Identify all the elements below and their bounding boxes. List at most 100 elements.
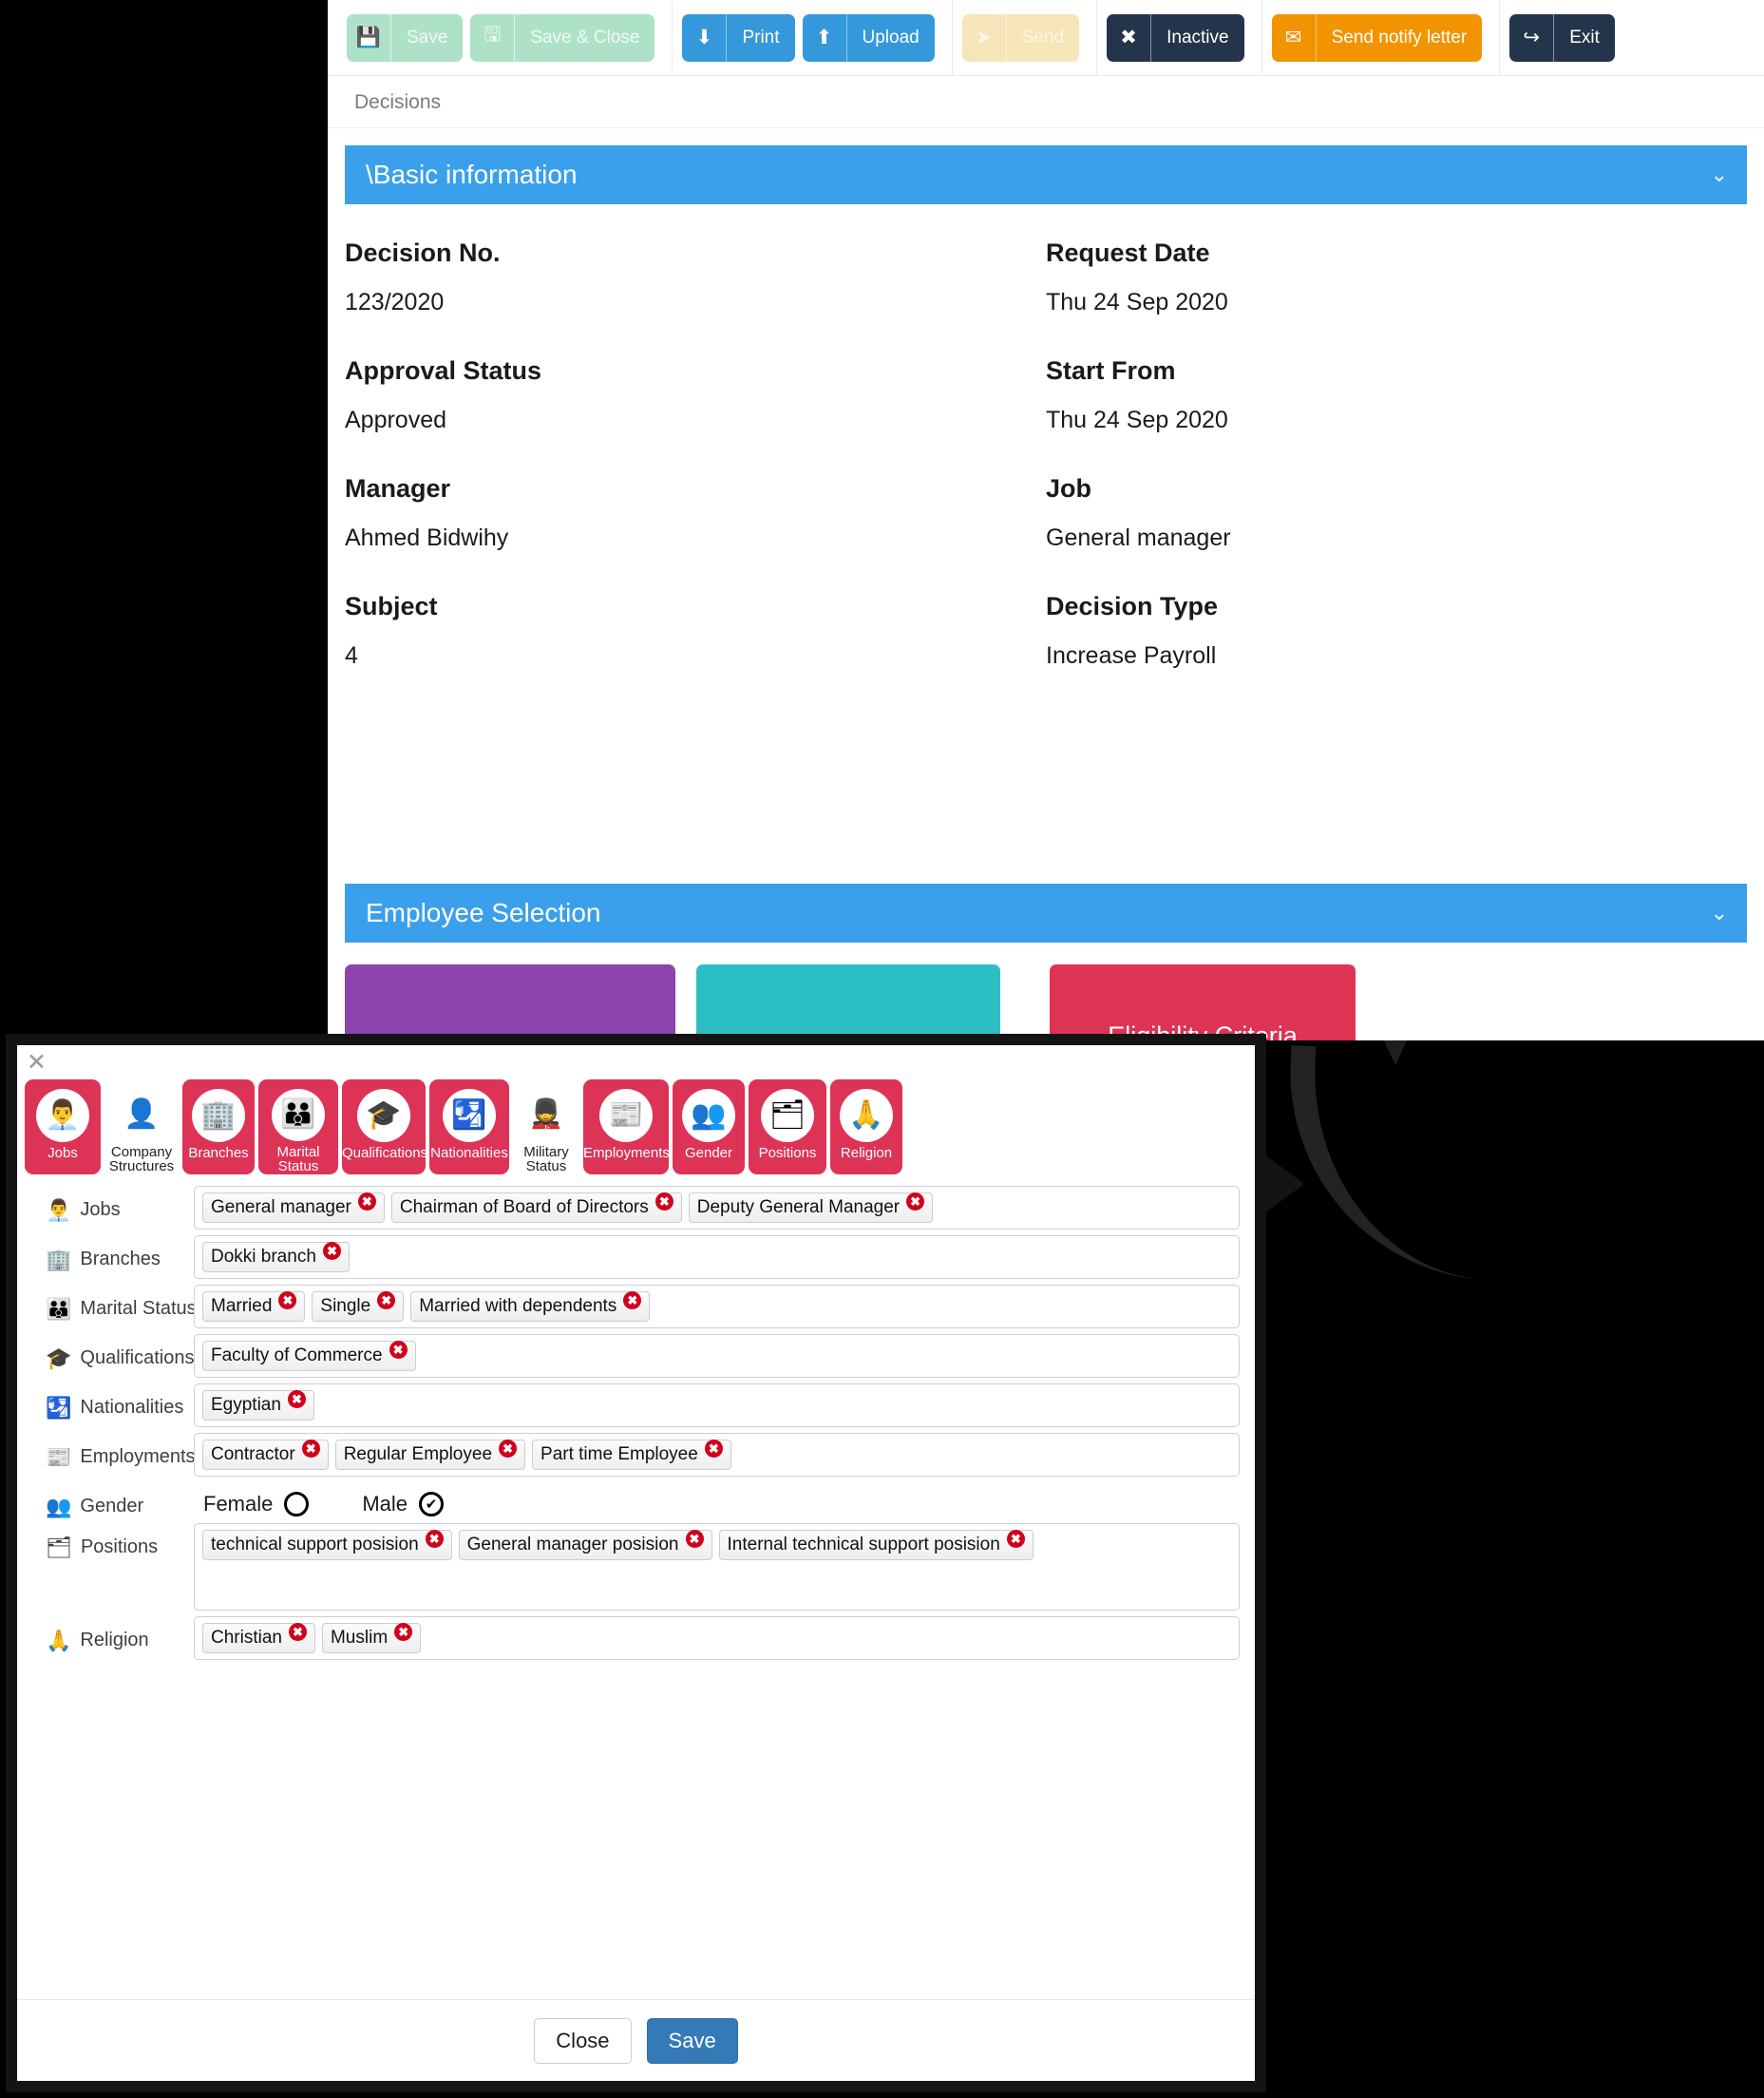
field-start-from: Start From Thu 24 Sep 2020 [1046, 343, 1747, 461]
tab-label: Nationalities [430, 1145, 508, 1161]
employee-card-purple[interactable] [345, 964, 675, 1040]
modal-callout-arrow [1261, 1152, 1304, 1216]
send-button[interactable]: ➤ Send [961, 13, 1080, 62]
criteria-row-label-qualifications: 🎓 Qualifications [23, 1334, 194, 1369]
tag-remove-icon[interactable]: ✖ [377, 1291, 396, 1309]
tag-remove-icon[interactable]: ✖ [425, 1530, 444, 1548]
tag-input-employments[interactable]: Contractor ✖ Regular Employee ✖ Part time Em… [194, 1433, 1240, 1477]
print-button[interactable]: ⬇ Print [682, 13, 795, 62]
save-button[interactable]: Save [646, 2017, 738, 2064]
tag-remove-icon[interactable]: ✖ [357, 1192, 376, 1211]
tab-label: Jobs [47, 1145, 78, 1161]
branches-icon: 🏢 [192, 1089, 245, 1142]
radio-selected-icon[interactable]: ✔ [419, 1492, 445, 1516]
section-header-employee-selection[interactable]: Employee Selection ⌄ [345, 884, 1747, 943]
criteria-row-label-employments: 📰 Employments [23, 1433, 196, 1468]
tag-remove-icon[interactable]: ✖ [906, 1192, 925, 1211]
send-notify-letter-button[interactable]: ✉ Send notify letter [1271, 13, 1483, 62]
send-paper-plane-icon: ➤ [975, 27, 993, 48]
callout-curve [1282, 1045, 1558, 1283]
close-icon[interactable]: ✕ [27, 1051, 47, 1075]
tab-marital-status[interactable]: 👪 Marital Status [258, 1079, 338, 1174]
section-title-basic-information: \Basic information [366, 160, 578, 189]
marital-status-icon: 👪 [46, 1296, 72, 1321]
field-value: Ahmed Bidwihy [345, 524, 509, 551]
chevron-down-icon[interactable]: ⌄ [1711, 901, 1728, 925]
section-header-basic-information[interactable]: \Basic information ⌄ [345, 145, 1747, 204]
tag-remove-icon[interactable]: ✖ [394, 1623, 413, 1641]
exit-button[interactable]: ↪ Exit [1509, 13, 1615, 62]
upload-icon: ⬆ [815, 27, 833, 48]
tag-remove-icon[interactable]: ✖ [278, 1291, 297, 1309]
field-decision-no: Decision No. 123/2020 [345, 225, 1046, 343]
tag-remove-icon[interactable]: ✖ [288, 1623, 307, 1641]
chevron-down-icon[interactable]: ⌄ [1711, 162, 1728, 187]
save-button[interactable]: 💾 Save [347, 13, 464, 62]
tag-input-nationalities[interactable]: Egyptian ✖ [194, 1383, 1240, 1427]
criteria-label-text: Qualifications [80, 1347, 195, 1368]
tag-remove-icon[interactable]: ✖ [623, 1291, 642, 1309]
tag-input-positions[interactable]: technical support posision ✖ General manag… [194, 1523, 1240, 1611]
tag-label: Part time Employee [541, 1443, 698, 1464]
tag-label: Contractor [211, 1443, 295, 1464]
tag-item: Contractor ✖ [202, 1440, 329, 1470]
criteria-label-text: Jobs [80, 1199, 121, 1220]
tab-label: Gender [684, 1145, 733, 1161]
tag-input-branches[interactable]: Dokki branch ✖ [194, 1235, 1240, 1279]
radio-unselected-icon[interactable] [284, 1492, 310, 1516]
breadcrumb: Decisions [328, 76, 1764, 128]
gender-option-female[interactable]: Female [203, 1492, 310, 1516]
field-label: Manager [345, 474, 451, 503]
employee-card-teal[interactable] [696, 964, 1000, 1040]
tab-religion[interactable]: 🙏 Religion [830, 1079, 902, 1174]
tag-label: Married [211, 1295, 273, 1316]
tag-remove-icon[interactable]: ✖ [389, 1341, 408, 1359]
tag-remove-icon[interactable]: ✖ [301, 1440, 320, 1458]
tag-item: Dokki branch ✖ [202, 1242, 350, 1272]
tab-label: Religion [840, 1145, 893, 1161]
criteria-rows: 👨‍💼 Jobs General manager ✖ Chairman of Board… [17, 1174, 1255, 1660]
tag-remove-icon[interactable]: ✖ [685, 1530, 704, 1548]
close-button[interactable]: Close [534, 2017, 632, 2064]
save-close-button[interactable]: 🖫 Save & Close [470, 13, 655, 62]
tag-remove-icon[interactable]: ✖ [1006, 1530, 1025, 1548]
tag-remove-icon[interactable]: ✖ [654, 1192, 673, 1211]
gender-icon: 👥 [46, 1494, 72, 1518]
tab-label: Positions [758, 1145, 817, 1161]
gender-option-male[interactable]: Male ✔ [362, 1492, 445, 1516]
tag-remove-icon[interactable]: ✖ [704, 1440, 723, 1458]
field-label: Subject [345, 592, 438, 620]
tag-input-qualifications[interactable]: Faculty of Commerce ✖ [194, 1334, 1240, 1378]
tab-qualifications[interactable]: 🎓 Qualifications [342, 1079, 427, 1174]
criteria-row-label-marital-status: 👪 Marital Status [23, 1285, 197, 1321]
tag-remove-icon[interactable]: ✖ [287, 1390, 306, 1408]
tab-nationalities[interactable]: 🛂 Nationalities [429, 1079, 509, 1174]
toolbar: 💾 Save 🖫 Save & Close ⬇ Print ⬆ Upload ➤ Send ✖ Ina… [328, 0, 1764, 76]
gender-radio-group: Female Male ✔ [194, 1482, 445, 1516]
tag-remove-icon[interactable]: ✖ [499, 1440, 518, 1458]
tab-label: Company Structures [108, 1143, 175, 1175]
tab-gender[interactable]: 👥 Gender [673, 1079, 745, 1174]
tab-military-status[interactable]: 💂 Military Status [513, 1079, 579, 1174]
inactive-button[interactable]: ✖ Inactive [1107, 13, 1244, 62]
tab-employments[interactable]: 📰 Employments [583, 1079, 670, 1174]
tag-label: Egyptian [211, 1394, 281, 1415]
upload-button-label: Upload [845, 13, 935, 62]
employee-selection-cards: Eligibility Criteria [345, 964, 1747, 1040]
nationalities-icon: 🛂 [46, 1395, 72, 1420]
tab-company-structures[interactable]: 👤 Company Structures [104, 1079, 179, 1174]
criteria-row-label-jobs: 👨‍💼 Jobs [23, 1186, 194, 1221]
toolbar-group-3: ✖ Inactive [1097, 0, 1262, 76]
criteria-row-religion: 🙏 Religion Christian ✖ Muslim ✖ [23, 1616, 1249, 1660]
tag-input-religion[interactable]: Christian ✖ Muslim ✖ [194, 1616, 1240, 1660]
upload-button[interactable]: ⬆ Upload [802, 13, 935, 62]
tag-input-jobs[interactable]: General manager ✖ Chairman of Board of Dir… [194, 1186, 1240, 1230]
positions-icon: 🗂 [46, 1535, 72, 1559]
tag-remove-icon[interactable]: ✖ [322, 1242, 341, 1260]
tag-input-marital-status[interactable]: Married ✖ Single ✖ Married with dependents ✖ [194, 1285, 1240, 1328]
tab-jobs[interactable]: 👨‍💼 Jobs [25, 1079, 101, 1174]
tab-branches[interactable]: 🏢 Branches [182, 1079, 255, 1174]
envelope-icon: ✉ [1284, 27, 1302, 48]
eligibility-criteria-card[interactable]: Eligibility Criteria [1050, 964, 1356, 1040]
tab-positions[interactable]: 🗂 Positions [749, 1079, 826, 1174]
